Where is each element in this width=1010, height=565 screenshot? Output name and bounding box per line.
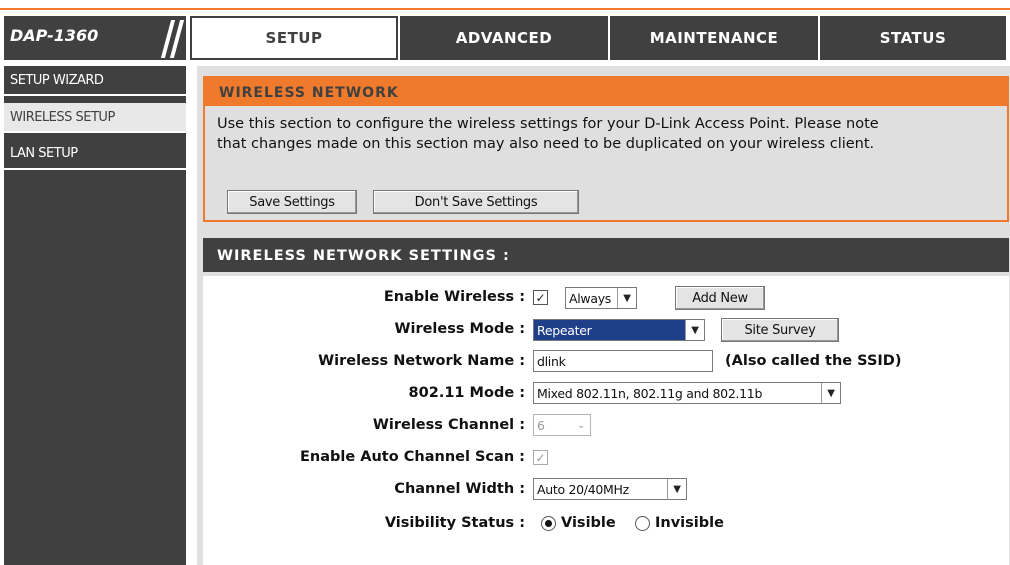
invisible-radio[interactable]	[635, 516, 650, 531]
schedule-value: Always	[569, 290, 612, 306]
wireless-network-panel: WIRELESS NETWORK Use this section to con…	[203, 76, 1009, 222]
wireless-network-header: WIRELESS NETWORK	[205, 78, 1009, 106]
site-survey-button[interactable]: Site Survey	[721, 318, 839, 342]
wireless-channel-value: 6	[537, 417, 545, 433]
sidebar-item-wireless-setup[interactable]: WIRELESS SETUP	[4, 103, 186, 131]
top-accent-line	[0, 8, 1010, 10]
auto-channel-scan-label: Enable Auto Channel Scan :	[300, 449, 525, 465]
radio-selected-dot	[545, 520, 552, 527]
chevron-down-icon: ▼	[685, 320, 704, 340]
channel-width-select[interactable]: Auto 20/40MHz ▼	[533, 478, 687, 500]
wireless-settings-panel: WIRELESS NETWORK SETTINGS : Enable Wirel…	[203, 238, 1009, 565]
chevron-down-icon: ▼	[617, 288, 636, 308]
tab-advanced[interactable]: ADVANCED	[398, 16, 608, 60]
auto-channel-scan-checkbox[interactable]: ✓	[533, 450, 548, 465]
save-settings-button[interactable]: Save Settings	[227, 190, 357, 214]
wireless-channel-select[interactable]: 6 ⌄	[533, 414, 591, 436]
network-name-label: Wireless Network Name :	[318, 353, 525, 369]
sidebar-divider	[4, 94, 186, 96]
enable-wireless-checkbox[interactable]: ✓	[533, 290, 548, 305]
wireless-settings-form: Enable Wireless : ✓ Always ▼ Add New Wir…	[203, 276, 1009, 565]
mode-80211-value: Mixed 802.11n, 802.11g and 802.11b	[537, 385, 763, 401]
invisible-option-label: Invisible	[655, 515, 724, 531]
schedule-select[interactable]: Always ▼	[565, 287, 637, 309]
tab-status[interactable]: STATUS	[818, 16, 1006, 60]
dont-save-settings-button[interactable]: Don't Save Settings	[373, 190, 579, 214]
channel-width-label: Channel Width :	[394, 481, 525, 497]
visible-option-label: Visible	[561, 515, 616, 531]
mode-80211-select[interactable]: Mixed 802.11n, 802.11g and 802.11b ▼	[533, 382, 841, 404]
sidebar-item-setup-wizard[interactable]: SETUP WIZARD	[4, 66, 186, 94]
model-name: DAP-1360	[10, 26, 99, 45]
wireless-settings-header: WIRELESS NETWORK SETTINGS :	[203, 238, 1009, 272]
sidebar-item-lan-setup[interactable]: LAN SETUP	[4, 139, 186, 167]
main-content: WIRELESS NETWORK Use this section to con…	[197, 66, 1010, 565]
mode-80211-label: 802.11 Mode :	[408, 385, 525, 401]
description-line: that changes made on this section may al…	[217, 136, 875, 152]
chevron-down-icon: ▼	[821, 383, 840, 403]
tab-setup[interactable]: SETUP	[190, 16, 398, 60]
ssid-note: (Also called the SSID)	[725, 353, 902, 369]
chevron-down-icon: ▼	[667, 479, 686, 499]
visibility-status-label: Visibility Status :	[384, 515, 525, 531]
enable-wireless-label: Enable Wireless :	[383, 289, 525, 305]
tab-maintenance[interactable]: MAINTENANCE	[608, 16, 818, 60]
wireless-settings-title: WIRELESS NETWORK SETTINGS :	[217, 248, 510, 264]
visible-radio[interactable]	[541, 516, 556, 531]
description-line: Use this section to configure the wirele…	[217, 116, 879, 132]
channel-width-value: Auto 20/40MHz	[537, 481, 629, 497]
wireless-mode-select[interactable]: Repeater ▼	[533, 319, 705, 341]
section-description: Use this section to configure the wirele…	[217, 114, 997, 154]
sidebar: SETUP WIZARD WIRELESS SETUP LAN SETUP	[4, 66, 186, 565]
chevron-down-icon: ⌄	[572, 415, 590, 435]
top-nav-tabs: SETUP ADVANCED MAINTENANCE STATUS	[190, 16, 1006, 60]
top-strip	[0, 0, 1010, 10]
wireless-network-title: WIRELESS NETWORK	[219, 85, 399, 101]
add-new-button[interactable]: Add New	[675, 286, 765, 310]
wireless-mode-value: Repeater	[534, 320, 686, 340]
sidebar-divider	[4, 168, 186, 170]
sidebar-divider	[4, 131, 186, 133]
network-name-input[interactable]	[533, 350, 713, 372]
wireless-channel-label: Wireless Channel :	[372, 417, 525, 433]
wireless-mode-label: Wireless Mode :	[394, 321, 525, 337]
